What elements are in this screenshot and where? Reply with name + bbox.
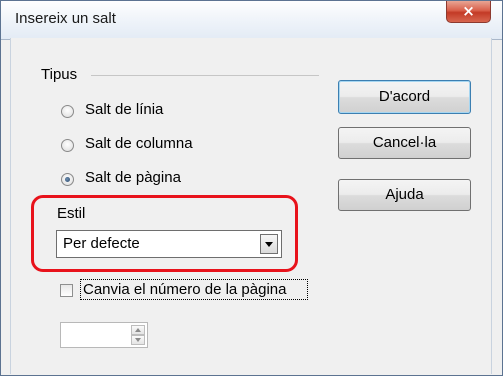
page-number-spinbox[interactable] xyxy=(60,322,148,348)
close-icon: × xyxy=(462,2,475,20)
spin-down-icon[interactable] xyxy=(131,335,145,345)
change-page-number-label[interactable]: Canvia el número de la pàgina xyxy=(80,279,308,300)
style-combobox[interactable]: Per defecte xyxy=(56,230,282,258)
radio-page-break-label[interactable]: Salt de pàgina xyxy=(85,169,181,186)
spin-up-icon[interactable] xyxy=(131,325,145,335)
ok-button-label: D'acord xyxy=(378,88,431,105)
style-combobox-value: Per defecte xyxy=(63,235,140,252)
chevron-down-icon[interactable] xyxy=(260,234,278,254)
title-bar: Insereix un salt × xyxy=(1,1,502,40)
ok-button[interactable]: D'acord xyxy=(338,80,471,114)
type-group-label: Tipus xyxy=(41,66,78,83)
radio-line-break-label[interactable]: Salt de línia xyxy=(85,101,163,118)
cancel-button[interactable]: Cancel·la xyxy=(338,127,471,159)
help-button[interactable]: Ajuda xyxy=(338,179,471,211)
close-button[interactable]: × xyxy=(446,1,491,23)
cancel-button-label: Cancel·la xyxy=(372,134,437,151)
change-page-number-checkbox[interactable] xyxy=(60,284,73,297)
type-group-divider xyxy=(91,75,319,76)
radio-column-break[interactable] xyxy=(61,139,74,152)
spinbox-buttons xyxy=(131,325,145,345)
radio-line-break[interactable] xyxy=(61,105,74,118)
dialog-title: Insereix un salt xyxy=(15,10,116,27)
radio-column-break-label[interactable]: Salt de columna xyxy=(85,135,193,152)
help-button-label: Ajuda xyxy=(385,186,424,203)
radio-page-break[interactable] xyxy=(61,173,74,186)
style-label: Estil xyxy=(57,205,86,222)
